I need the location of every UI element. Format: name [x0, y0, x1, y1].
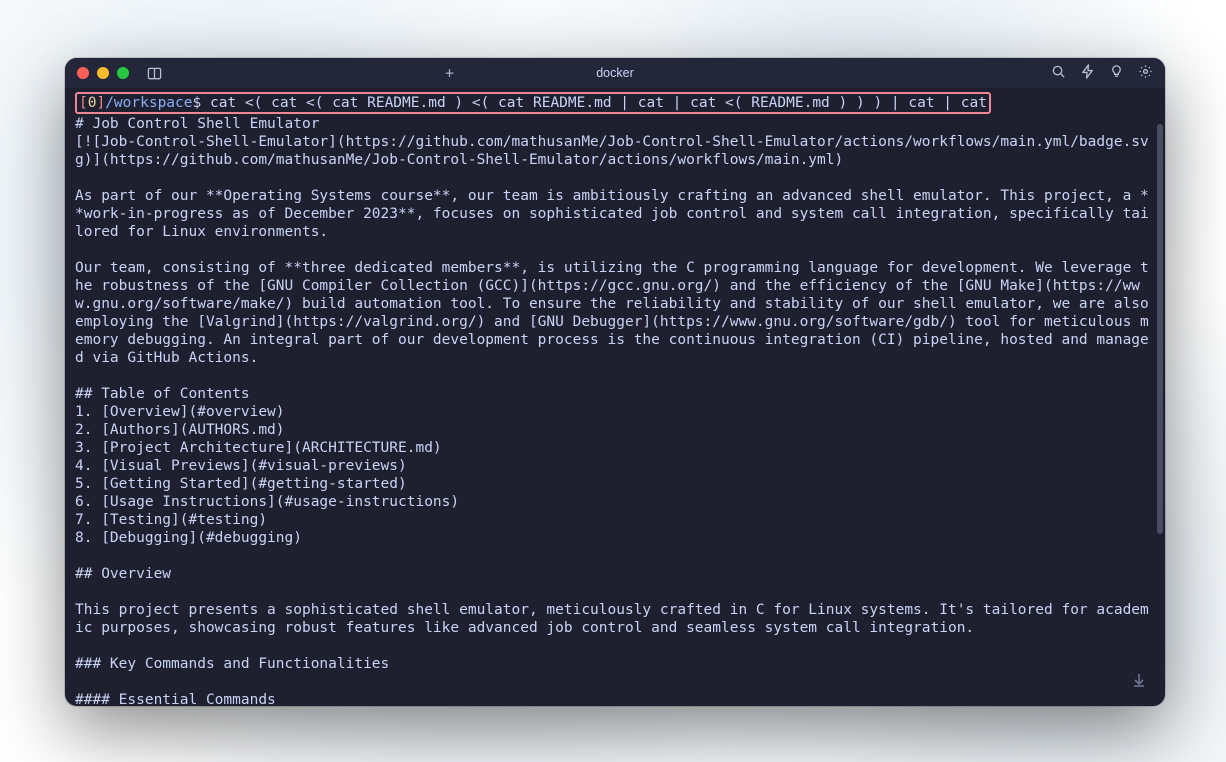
prompt-path: /workspace	[105, 95, 192, 111]
titlebar-right-icons	[1051, 64, 1153, 83]
settings-icon[interactable]	[1138, 64, 1153, 83]
scroll-to-bottom-icon[interactable]	[1127, 668, 1151, 692]
bolt-icon[interactable]	[1080, 64, 1095, 83]
search-icon[interactable]	[1051, 64, 1066, 83]
scrollbar-thumb[interactable]	[1157, 124, 1163, 534]
prompt-bracket-open: [	[79, 95, 88, 111]
close-window-button[interactable]	[77, 67, 89, 79]
lightbulb-icon[interactable]	[1109, 64, 1124, 83]
command-text: cat <( cat <( cat README.md ) <( cat REA…	[201, 95, 987, 111]
split-pane-icon[interactable]	[147, 66, 162, 81]
minimize-window-button[interactable]	[97, 67, 109, 79]
terminal-window: docker +	[65, 58, 1165, 706]
new-tab-button[interactable]: +	[445, 64, 454, 82]
prompt-line: [0]/workspace$ cat <( cat <( cat README.…	[75, 92, 991, 114]
titlebar: docker +	[65, 58, 1165, 88]
maximize-window-button[interactable]	[117, 67, 129, 79]
terminal-output: # Job Control Shell Emulator [![Job-Cont…	[75, 115, 1155, 706]
prompt-dollar: $	[193, 95, 202, 111]
prompt-bracket-close: ]	[96, 95, 105, 111]
traffic-lights	[77, 67, 129, 79]
terminal-body[interactable]: [0]/workspace$ cat <( cat <( cat README.…	[65, 88, 1165, 706]
tab-title[interactable]: docker	[596, 66, 634, 80]
